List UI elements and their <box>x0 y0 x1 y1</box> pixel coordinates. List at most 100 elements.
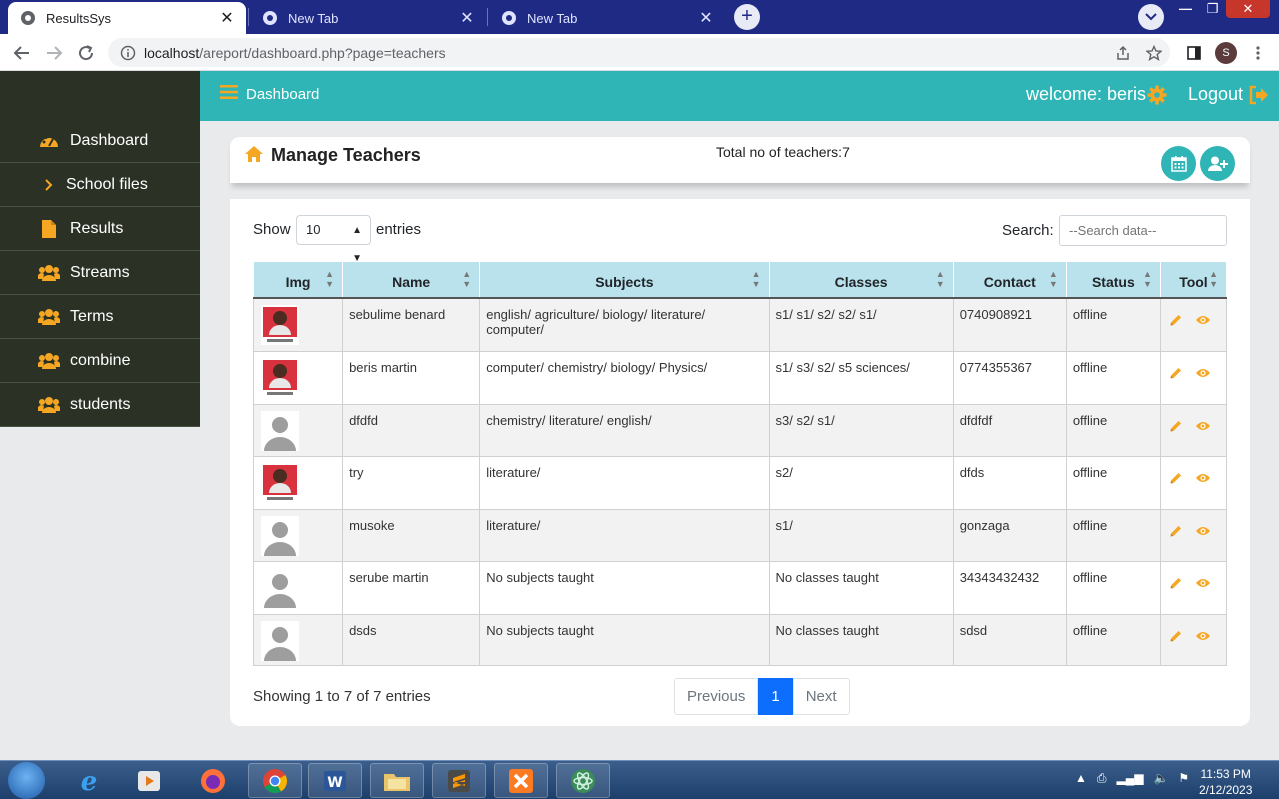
sort-icon: ▲ ▼ <box>1048 269 1058 289</box>
tab-separator <box>487 8 488 26</box>
edit-pencil-icon[interactable] <box>1169 313 1183 330</box>
reload-button[interactable] <box>75 42 97 64</box>
cell-tool <box>1159 404 1228 457</box>
column-header-tool[interactable]: Tool ▲ ▼ <box>1159 261 1228 299</box>
view-eye-icon[interactable] <box>1195 525 1211 540</box>
calendar-icon <box>1170 156 1187 172</box>
sidebar-item-dashboard[interactable]: Dashboard <box>0 120 200 163</box>
edit-pencil-icon[interactable] <box>1169 419 1183 436</box>
view-eye-icon[interactable] <box>1195 314 1211 329</box>
bookmark-star-icon[interactable] <box>1143 42 1165 64</box>
column-header-img[interactable]: Img ▲ ▼ <box>252 261 344 299</box>
sort-icon: ▲ ▼ <box>1209 269 1218 289</box>
kebab-menu-icon[interactable] <box>1247 42 1269 64</box>
edit-pencil-icon[interactable] <box>1169 524 1183 541</box>
taskbar-word-icon[interactable]: W <box>308 763 362 798</box>
column-header-contact[interactable]: Contact ▲ ▼ <box>952 261 1067 299</box>
tray-action-center-icon[interactable]: ⚑ <box>1178 771 1189 786</box>
view-eye-icon[interactable] <box>1195 577 1211 592</box>
page-title: Manage Teachers <box>271 145 421 165</box>
sidebar-item-combine[interactable]: combine <box>0 340 200 383</box>
search-input[interactable] <box>1059 215 1227 246</box>
tray-volume-icon[interactable]: 🔈 <box>1153 771 1168 786</box>
gear-icon[interactable] <box>1147 85 1167 110</box>
browser-tab-resultssys[interactable]: ResultsSys ✕ <box>8 2 246 34</box>
next-page-button[interactable]: Next <box>792 678 850 715</box>
taskbar-chrome-icon[interactable] <box>248 763 302 798</box>
cell-status: offline <box>1065 561 1161 615</box>
side-panel-icon[interactable] <box>1183 42 1205 64</box>
new-tab-button[interactable]: + <box>734 4 760 30</box>
tray-network-icon[interactable]: ▂▄▆ <box>1117 771 1144 786</box>
edit-pencil-icon[interactable] <box>1169 629 1183 646</box>
column-header-subjects[interactable]: Subjects ▲ ▼ <box>479 261 770 299</box>
cell-name: serube martin <box>342 561 481 615</box>
cell-tool <box>1159 351 1228 405</box>
chrome-favicon-icon <box>20 10 36 26</box>
tray-device-icon[interactable]: ⎙ <box>1097 771 1107 786</box>
taskbar-xampp-icon[interactable] <box>494 763 548 798</box>
taskbar-explorer-icon[interactable] <box>370 763 424 798</box>
sidebar-item-students[interactable]: students <box>0 384 200 427</box>
cell-img <box>252 561 344 615</box>
column-header-classes[interactable]: Classes ▲ ▼ <box>768 261 954 299</box>
view-eye-icon[interactable] <box>1195 420 1211 435</box>
taskbar-clock[interactable]: 11:53 PM 2/12/2023 <box>1199 766 1252 798</box>
sidebar-item-label: School files <box>66 176 148 193</box>
sidebar-item-streams[interactable]: Streams <box>0 252 200 295</box>
entries-per-page-select[interactable]: 10 ▲ ▼ <box>296 215 371 264</box>
tab-close-icon[interactable]: ✕ <box>218 8 236 28</box>
logout-link[interactable]: Logout <box>1188 84 1243 105</box>
clock-time: 11:53 PM <box>1200 767 1251 781</box>
cell-subjects: No subjects taught <box>479 561 770 615</box>
edit-pencil-icon[interactable] <box>1169 576 1183 593</box>
add-teacher-button[interactable] <box>1200 146 1235 181</box>
minimize-icon[interactable]: — <box>1172 0 1199 18</box>
view-eye-icon[interactable] <box>1195 367 1211 382</box>
back-button[interactable] <box>11 42 33 64</box>
restore-icon[interactable]: ❐ <box>1199 0 1226 18</box>
cell-classes: s2/ <box>768 456 954 510</box>
share-icon[interactable] <box>1112 42 1134 64</box>
sidebar-item-school-files[interactable]: School files <box>0 164 200 207</box>
previous-page-button[interactable]: Previous <box>674 678 759 715</box>
window-close-icon[interactable]: ✕ <box>1226 0 1270 18</box>
taskbar-media-player-icon[interactable] <box>122 763 176 798</box>
users-icon <box>38 351 60 371</box>
tab-close-icon[interactable]: ✕ <box>697 8 715 28</box>
tray-expand-icon[interactable]: ▲ <box>1075 771 1087 786</box>
view-eye-icon[interactable] <box>1195 472 1211 487</box>
address-bar[interactable]: localhost/areport/dashboard.php?page=tea… <box>108 38 1170 67</box>
svg-text:W: W <box>327 775 342 791</box>
cell-name: dsds <box>342 614 481 666</box>
page-1-button[interactable]: 1 <box>758 678 793 715</box>
tab-search-button[interactable] <box>1138 4 1164 30</box>
view-eye-icon[interactable] <box>1195 630 1211 645</box>
info-icon[interactable] <box>120 45 136 61</box>
profile-avatar[interactable]: S <box>1215 42 1237 64</box>
taskbar-sublime-icon[interactable] <box>432 763 486 798</box>
column-header-status[interactable]: Status ▲ ▼ <box>1065 261 1161 299</box>
tab-close-icon[interactable]: ✕ <box>458 8 476 28</box>
browser-toolbar: localhost/areport/dashboard.php?page=tea… <box>0 34 1279 71</box>
windows-start-button[interactable] <box>8 762 45 799</box>
calendar-button[interactable] <box>1161 146 1196 181</box>
browser-tab-newtab-1[interactable]: New Tab ✕ <box>250 2 486 34</box>
chrome-favicon-icon <box>501 10 517 26</box>
table-row: musoke literature/s1/gonzaga offline <box>252 509 1228 562</box>
hamburger-menu-icon[interactable] <box>220 84 238 105</box>
taskbar-firefox-icon[interactable] <box>186 763 240 798</box>
cell-img <box>252 297 344 352</box>
sidebar-item-terms[interactable]: Terms <box>0 296 200 339</box>
edit-pencil-icon[interactable] <box>1169 471 1183 488</box>
taskbar-ie-icon[interactable]: e <box>62 763 116 798</box>
edit-pencil-icon[interactable] <box>1169 366 1183 383</box>
topbar-title[interactable]: Dashboard <box>246 86 319 103</box>
taskbar-atom-icon[interactable] <box>556 763 610 798</box>
users-icon <box>38 263 60 283</box>
sign-out-icon[interactable] <box>1248 85 1270 110</box>
browser-tab-newtab-2[interactable]: New Tab ✕ <box>489 2 725 34</box>
sidebar-item-results[interactable]: Results <box>0 208 200 251</box>
forward-button[interactable] <box>43 42 65 64</box>
column-header-name[interactable]: Name ▲ ▼ <box>342 261 481 299</box>
